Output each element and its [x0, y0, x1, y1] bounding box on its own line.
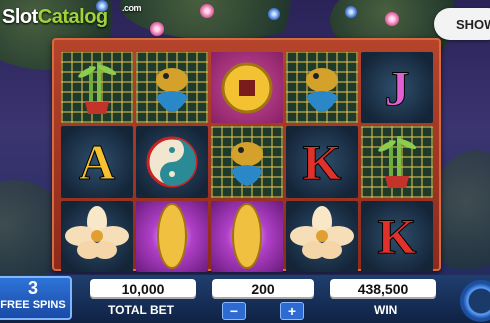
- total-bet-value: 10,000: [90, 279, 196, 299]
- symbol-bamboo: [61, 52, 133, 124]
- gold-coin-icon: [221, 62, 273, 114]
- symbol-A: A: [61, 126, 133, 198]
- symbol-goldfish: [211, 126, 283, 198]
- win-label: WIN: [374, 303, 398, 317]
- logo-slot: Slot: [2, 6, 38, 28]
- free-spins-label: FREE SPINS: [0, 299, 66, 311]
- symbol-lotus: [61, 200, 133, 272]
- symbol-gold-ingot: [211, 200, 283, 272]
- symbol-K: K: [361, 200, 433, 272]
- slotcatalog-logo: SlotCatalog .com: [2, 3, 142, 29]
- goldfish-icon: [156, 67, 188, 112]
- symbol-bamboo: [361, 126, 433, 198]
- goldfish-icon: [306, 67, 338, 112]
- symbol-lotus: [286, 200, 358, 272]
- symbol-yin-yang: [136, 126, 208, 198]
- win-value: 438,500: [330, 279, 436, 299]
- logo-catalog: Catalog: [37, 6, 108, 28]
- symbol-K: K: [286, 126, 358, 198]
- symbol-gold-ingot: [136, 200, 208, 272]
- lines-plus-button[interactable]: +: [280, 302, 304, 320]
- bamboo-icon: [78, 61, 117, 114]
- logo-com: .com: [122, 3, 142, 13]
- reel-grid: J A K K: [61, 52, 433, 272]
- free-spins-counter: 3 FREE SPINS: [0, 276, 72, 320]
- free-spins-count: 3: [27, 278, 38, 298]
- letter-A: A: [78, 133, 116, 190]
- lotus-flower-icon: [290, 206, 354, 260]
- goldfish-icon: [231, 141, 263, 186]
- lines-value: 200: [212, 279, 314, 299]
- show-button[interactable]: SHOW: [434, 8, 490, 40]
- gold-ingot-icon: [157, 203, 187, 270]
- total-bet-label: TOTAL BET: [108, 303, 174, 317]
- symbol-goldfish: [136, 52, 208, 124]
- symbol-goldfish: [286, 52, 358, 124]
- yin-yang-icon: [146, 136, 198, 188]
- gold-ingot-icon: [232, 203, 262, 270]
- symbol-gold-coin: [211, 52, 283, 124]
- letter-K: K: [302, 133, 342, 190]
- lotus-flower-icon: [65, 206, 129, 260]
- symbol-J: J: [361, 52, 433, 124]
- letter-K: K: [377, 208, 417, 265]
- lines-minus-button[interactable]: −: [222, 302, 246, 320]
- bamboo-icon: [378, 135, 417, 188]
- letter-J: J: [384, 59, 410, 116]
